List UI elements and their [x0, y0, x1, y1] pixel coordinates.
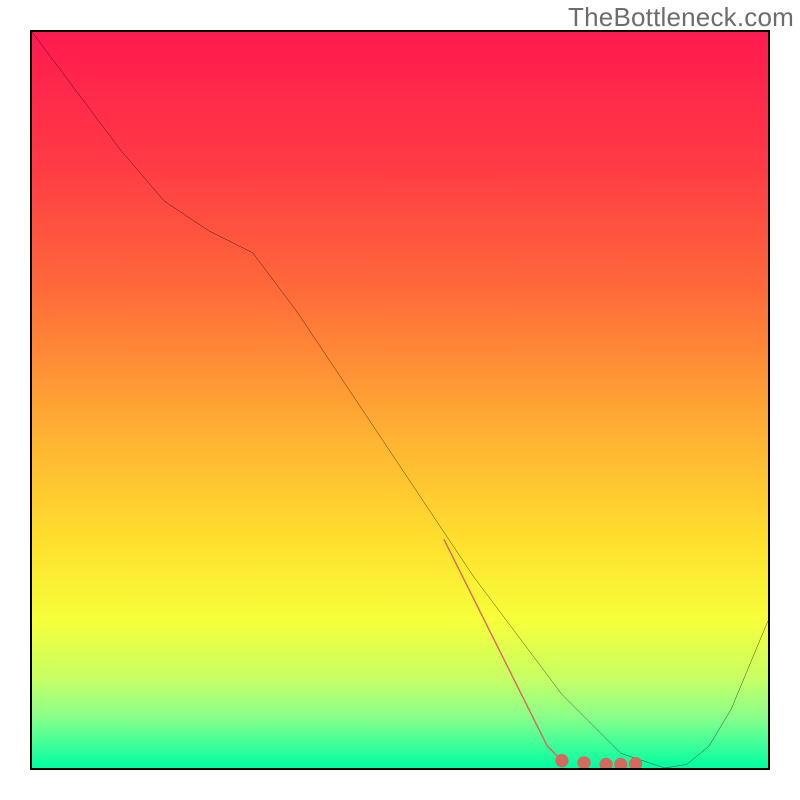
plot-area [30, 30, 770, 770]
watermark-text: TheBottleneck.com [568, 2, 794, 33]
gradient-background [32, 32, 768, 768]
chart-frame: TheBottleneck.com [0, 0, 800, 800]
overlay-dot [555, 754, 568, 767]
bottleneck-chart [32, 32, 768, 768]
